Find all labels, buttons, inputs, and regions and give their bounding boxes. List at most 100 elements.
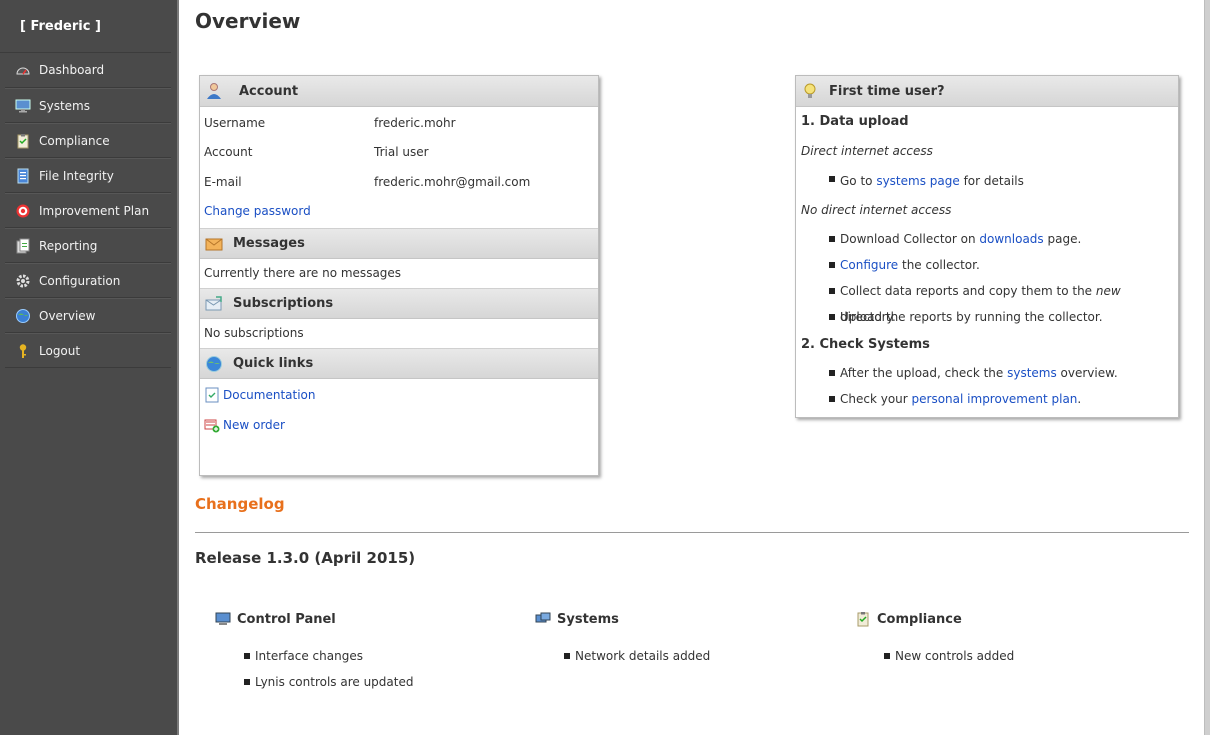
new-order-link[interactable]: New order bbox=[223, 418, 285, 432]
nav-item-logout[interactable]: Logout bbox=[5, 333, 171, 368]
document-icon bbox=[204, 387, 220, 403]
lightbulb-icon bbox=[801, 82, 819, 100]
email-row: E-mail frederic.mohr@gmail.com bbox=[200, 167, 598, 197]
ftu-text: Check your bbox=[840, 392, 912, 406]
downloads-link[interactable]: downloads bbox=[979, 232, 1043, 246]
changelog-systems: Systems Network details added bbox=[535, 610, 835, 669]
envelope-icon bbox=[205, 235, 223, 253]
ftu-step-check-systems: 2. Check Systems bbox=[801, 337, 930, 352]
messages-title: Messages bbox=[233, 236, 305, 251]
ftu-list-item: Collect data reports and copy them to th… bbox=[801, 278, 1173, 324]
ftu-list-item: Go to systems page for details bbox=[801, 166, 1173, 196]
ftu-text: Collect data reports and copy them to th… bbox=[840, 284, 1096, 298]
documentation-link[interactable]: Documentation bbox=[223, 388, 316, 402]
account-panel: Account Username frederic.mohr Account T… bbox=[199, 75, 599, 476]
documentation-item: Documentation bbox=[204, 380, 594, 410]
subscriptions-text: No subscriptions bbox=[204, 326, 304, 340]
page-title: Overview bbox=[195, 9, 301, 33]
username-row: Username frederic.mohr bbox=[200, 108, 598, 138]
ftu-step-data-upload: 1. Data upload bbox=[801, 114, 909, 129]
monitor-icon bbox=[215, 611, 231, 627]
new-order-item: New order bbox=[204, 410, 594, 440]
ftu-list-item: Download Collector on downloads page. bbox=[801, 226, 1173, 252]
ftu-header: First time user? bbox=[796, 76, 1178, 107]
email-label: E-mail bbox=[204, 174, 242, 189]
cart-add-icon bbox=[204, 417, 220, 433]
ftu-list-item: Configure the collector. bbox=[801, 252, 1173, 278]
ftu-no-direct-access: No direct internet access bbox=[801, 203, 952, 217]
dashboard-gauge-icon bbox=[15, 62, 31, 78]
changelog-control-panel: Control Panel Interface changes Lynis co… bbox=[215, 610, 515, 695]
nav-item-configuration[interactable]: Configuration bbox=[5, 263, 171, 298]
nav-item-file-integrity[interactable]: File Integrity bbox=[5, 158, 171, 193]
subscriptions-header: Subscriptions bbox=[200, 288, 598, 319]
nav-item-overview[interactable]: Overview bbox=[5, 298, 171, 333]
messages-header: Messages bbox=[200, 228, 598, 259]
configure-link[interactable]: Configure bbox=[840, 258, 898, 272]
nav-label: Configuration bbox=[39, 273, 121, 288]
release-title: Release 1.3.0 (April 2015) bbox=[195, 549, 416, 567]
user-icon bbox=[205, 82, 223, 100]
subscriptions-title: Subscriptions bbox=[233, 296, 334, 311]
nav-item-improvement-plan[interactable]: Improvement Plan bbox=[5, 193, 171, 228]
report-icon bbox=[15, 238, 31, 254]
globe-icon bbox=[205, 355, 223, 373]
mail-subscription-icon bbox=[205, 295, 223, 313]
ftu-text: Download Collector on bbox=[840, 232, 980, 246]
ftu-title: First time user? bbox=[829, 83, 945, 99]
nav-label: File Integrity bbox=[39, 168, 114, 183]
clipboard-icon bbox=[15, 133, 31, 149]
nav-label: Systems bbox=[39, 98, 90, 113]
ftu-text: After the upload, check the bbox=[840, 366, 1008, 380]
nav-label: Reporting bbox=[39, 238, 98, 253]
improvement-plan-link[interactable]: personal improvement plan bbox=[912, 392, 1078, 406]
file-icon bbox=[15, 168, 31, 184]
nav-menu: Dashboard Systems Compliance File Integr… bbox=[0, 53, 177, 368]
change-password-link[interactable]: Change password bbox=[204, 204, 311, 218]
monitor-icon bbox=[15, 98, 31, 114]
account-type-value: Trial user bbox=[374, 145, 429, 160]
change-password-row: Change password bbox=[200, 197, 598, 227]
account-header: Account bbox=[200, 76, 598, 107]
user-name: [ Frederic ] bbox=[0, 0, 171, 53]
username-label: Username bbox=[204, 115, 266, 130]
ftu-emphasis: new bbox=[1095, 284, 1121, 298]
nav-label: Overview bbox=[39, 308, 96, 323]
ftu-text: . bbox=[1077, 392, 1082, 406]
ftu-list-item: After the upload, check the systems over… bbox=[801, 360, 1173, 386]
nav-item-systems[interactable]: Systems bbox=[5, 88, 171, 123]
nav-item-reporting[interactable]: Reporting bbox=[5, 228, 171, 263]
nav-item-compliance[interactable]: Compliance bbox=[5, 123, 171, 158]
ftu-list-item: Upload the reports by running the collec… bbox=[801, 304, 1173, 330]
ftu-text: page. bbox=[1043, 232, 1082, 246]
systems-page-link[interactable]: systems page bbox=[876, 174, 959, 188]
changelog-item: Lynis controls are updated bbox=[215, 669, 515, 695]
systems-icon bbox=[535, 611, 551, 627]
window-edge bbox=[1204, 0, 1210, 735]
first-time-user-panel: First time user? 1. Data upload Direct i… bbox=[795, 75, 1179, 418]
ftu-text: the collector. bbox=[898, 258, 980, 272]
changelog-compliance: Compliance New controls added bbox=[855, 610, 1155, 669]
nav-item-dashboard[interactable]: Dashboard bbox=[5, 53, 171, 88]
changelog-item: Interface changes bbox=[215, 643, 515, 669]
changelog-title: Changelog bbox=[195, 495, 285, 513]
sidebar: [ Frederic ] Dashboard Systems Complianc… bbox=[0, 0, 179, 735]
account-type-row: Account Trial user bbox=[200, 138, 598, 168]
ftu-text: overview. bbox=[1056, 366, 1118, 380]
clipboard-icon bbox=[855, 611, 871, 627]
quicklinks-title: Quick links bbox=[233, 356, 314, 371]
globe-icon bbox=[15, 308, 31, 324]
ftu-direct-access: Direct internet access bbox=[801, 144, 933, 158]
nav-label: Compliance bbox=[39, 133, 110, 148]
account-type-label: Account bbox=[204, 145, 253, 160]
changelog-item: Network details added bbox=[535, 643, 835, 669]
nav-label: Logout bbox=[39, 343, 81, 358]
quicklinks-header: Quick links bbox=[200, 348, 598, 379]
systems-link[interactable]: systems bbox=[1007, 366, 1057, 380]
ftu-text: for details bbox=[959, 174, 1024, 188]
changelog-column-title: Control Panel bbox=[237, 611, 336, 627]
messages-text: Currently there are no messages bbox=[204, 266, 402, 280]
divider bbox=[195, 532, 1189, 533]
account-title: Account bbox=[239, 83, 299, 99]
ftu-text: Go to bbox=[840, 174, 877, 188]
